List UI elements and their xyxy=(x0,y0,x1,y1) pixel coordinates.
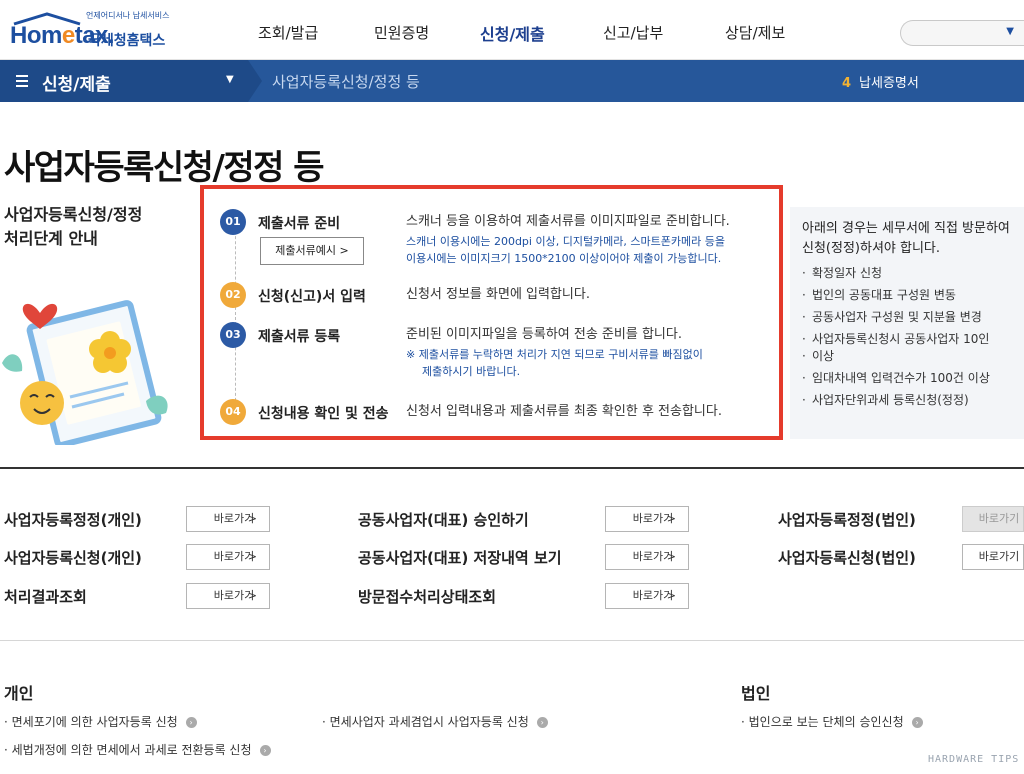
info-panel-heading: 아래의 경우는 세무서에 직접 방문하여 신청(정정)하셔야 합니다. xyxy=(802,221,1010,256)
list-item: 확정일자 신청 xyxy=(802,265,1024,282)
visit-required-list: 확정일자 신청 법인의 공동대표 구성원 변동 공동사업자 구성원 및 지분율 … xyxy=(802,265,1024,414)
go-button-registration-corporate[interactable]: 바로가기 xyxy=(962,544,1024,570)
link-label-registration-corporate: 사업자등록신청(법인) xyxy=(778,549,916,567)
go-button-correction-corporate[interactable]: 바로가기 xyxy=(962,506,1024,532)
step-note: 스캐너 이용시에는 200dpi 이상, 디지털카메라, 스마트폰카메라 등을 xyxy=(406,235,725,248)
link-label-joint-approve: 공동사업자(대표) 승인하기 xyxy=(358,511,529,529)
step-number-badge: 04 xyxy=(220,399,246,425)
step-note: 이용시에는 이미지크기 1500*2100 이상이어야 제출이 가능합니다. xyxy=(406,252,722,265)
steps-connector-line xyxy=(235,221,236,411)
link-label-result-inquiry: 처리결과조회 xyxy=(4,588,87,606)
link-exempt-to-taxable[interactable]: · 세법개정에 의한 면세에서 과세로 전환등록 신청 › xyxy=(4,741,271,758)
go-button-result-inquiry[interactable]: 바로가기 > xyxy=(186,583,270,609)
list-item: 사업자등록신청시 공동사업자 10인 xyxy=(802,331,1024,348)
list-item: 법인의 공동대표 구성원 변동 xyxy=(802,287,1024,304)
process-steps-box: 01 제출서류 준비 스캐너 등을 이용하여 제출서류를 이미지파일로 준비합니… xyxy=(200,185,783,440)
arrow-circle-icon: › xyxy=(259,745,271,756)
step-note: 제출하시기 바랍니다. xyxy=(422,365,521,378)
top-header: 언제어디서나 납세서비스 Hometax. 국세청홈택스 조회/발급 민원증명 … xyxy=(0,0,1024,60)
nav-item-consult-report[interactable]: 상담/제보 xyxy=(725,22,785,43)
step-number-badge: 02 xyxy=(220,282,246,308)
hamburger-icon xyxy=(16,75,28,90)
arrow-circle-icon: › xyxy=(911,717,923,728)
step-number-badge: 03 xyxy=(220,322,246,348)
breadcrumb-separator xyxy=(248,60,262,102)
step-name: 신청(신고)서 입력 xyxy=(258,289,366,305)
go-button-correction-individual[interactable]: 바로가기 > xyxy=(186,506,270,532)
step-number-badge: 01 xyxy=(220,209,246,235)
hometax-logo[interactable]: 언제어디서나 납세서비스 Hometax. 국세청홈택스 xyxy=(6,6,206,54)
go-button-visit-status[interactable]: 바로가기 > xyxy=(605,583,689,609)
dropdown-caret-icon: ▼ xyxy=(226,74,234,85)
nav-item-apply-submit[interactable]: 신청/제출 xyxy=(480,21,545,45)
list-item-continued: 이상 xyxy=(802,348,1024,365)
link-corporate-group-approval[interactable]: · 법인으로 보는 단체의 승인신청 › xyxy=(741,713,923,730)
breadcrumb-current[interactable]: 사업자등록신청/정정 등 xyxy=(272,71,420,92)
section-divider xyxy=(0,640,1024,641)
arrow-circle-icon: › xyxy=(185,717,197,728)
logo-tagline: 언제어디서나 납세서비스 xyxy=(86,11,170,20)
smiley-icon xyxy=(20,381,64,425)
step-description: 스캐너 등을 이용하여 제출서류를 이미지파일로 준비합니다. xyxy=(406,214,730,229)
nav-item-report-pay[interactable]: 신고/납부 xyxy=(603,22,663,43)
step-name: 제출서류 등록 xyxy=(258,329,341,345)
step-name: 신청내용 확인 및 전송 xyxy=(258,406,389,422)
personal-section-heading: 개인 xyxy=(4,684,34,703)
visit-required-info-panel: 아래의 경우는 세무서에 직접 방문하여 신청(정정)하셔야 합니다. 확정일자… xyxy=(790,207,1024,439)
section-divider xyxy=(0,467,1024,469)
link-label-visit-status: 방문접수처리상태조회 xyxy=(358,588,497,606)
process-guide-title: 사업자등록신청/정정 처리단계 안내 xyxy=(4,205,143,248)
sub-navigation-bar: 신청/제출 ▼ 사업자등록신청/정정 등 4 납세증명서 xyxy=(0,60,1024,102)
step-name: 제출서류 준비 xyxy=(258,216,341,232)
nav-item-inquiry[interactable]: 조회/발급 xyxy=(258,22,318,43)
tax-certificate-number: 4 xyxy=(842,76,852,91)
leaf-icon xyxy=(2,354,23,372)
page-title: 사업자등록신청/정정 등 xyxy=(4,148,325,188)
go-button-joint-saved[interactable]: 바로가기 > xyxy=(605,544,689,570)
step-description: 준비된 이미지파일을 등록하여 전송 준비를 합니다. xyxy=(406,327,682,342)
arrow-circle-icon: › xyxy=(536,717,548,728)
list-item: 임대차내역 입력건수가 100건 이상 xyxy=(802,370,1024,387)
link-label-registration-individual: 사업자등록신청(개인) xyxy=(4,549,142,567)
list-item: 공동사업자 구성원 및 지분율 변경 xyxy=(802,309,1024,326)
go-button-joint-approve[interactable]: 바로가기 > xyxy=(605,506,689,532)
list-item: 사업자단위과세 등록신청(정정) xyxy=(802,392,1024,409)
link-label-joint-saved: 공동사업자(대표) 저장내역 보기 xyxy=(358,549,562,567)
document-illustration xyxy=(2,300,168,445)
category-menu-label: 신청/제출 xyxy=(42,75,111,95)
nav-item-civil-certificate[interactable]: 민원증명 xyxy=(374,22,429,43)
link-tax-exemption-waiver[interactable]: · 면세포기에 의한 사업자등록 신청 › xyxy=(4,713,197,730)
go-button-registration-individual[interactable]: 바로가기 > xyxy=(186,544,270,570)
logo-org-name: 국세청홈택스 xyxy=(88,33,166,49)
search-select[interactable]: ▼ xyxy=(900,20,1024,46)
link-tax-exempt-concurrent[interactable]: · 면세사업자 과세겸업시 사업자등록 신청 › xyxy=(322,713,548,730)
link-label-correction-individual: 사업자등록정정(개인) xyxy=(4,511,142,529)
document-sample-button[interactable]: 제출서류예시 > xyxy=(260,237,364,265)
step-description: 신청서 정보를 화면에 입력합니다. xyxy=(406,287,590,302)
category-menu-button[interactable]: 신청/제출 ▼ xyxy=(0,60,248,102)
corporate-section-heading: 법인 xyxy=(741,684,771,703)
chevron-down-icon: ▼ xyxy=(1006,26,1014,37)
link-label-correction-corporate: 사업자등록정정(법인) xyxy=(778,511,916,529)
tax-certificate-link[interactable]: 4 납세증명서 xyxy=(842,72,919,91)
step-note: ※ 제출서류를 누락하면 처리가 지연 되므로 구비서류를 빠짐없이 xyxy=(406,348,703,361)
watermark: HARDWARE TIPS xyxy=(928,754,1020,765)
step-description: 신청서 입력내용과 제출서류를 최종 확인한 후 전송합니다. xyxy=(406,404,722,419)
